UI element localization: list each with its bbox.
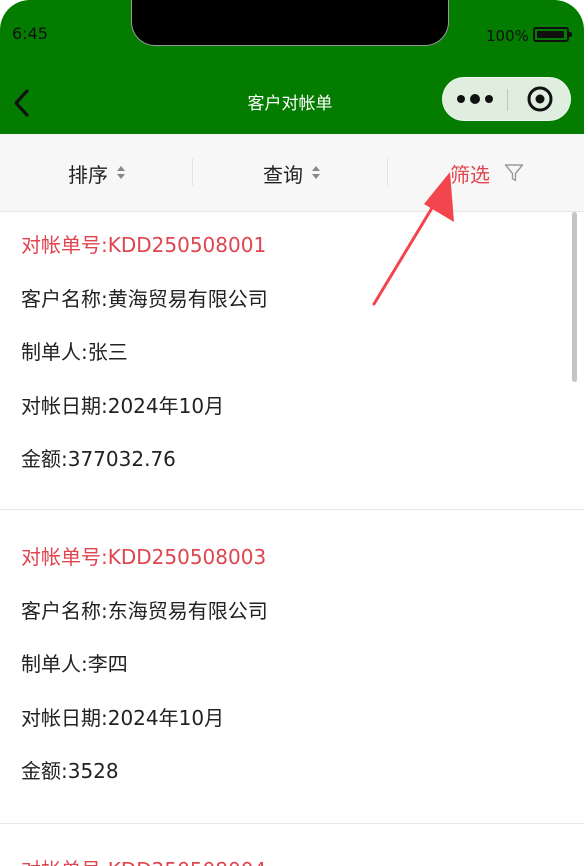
- camera-notch: [131, 0, 449, 46]
- mini-program-capsule: [442, 77, 571, 121]
- statement-period: 对帐日期:2024年10月: [21, 394, 225, 418]
- customer-name: 客户名称:东海贸易有限公司: [21, 599, 268, 623]
- page-title: 客户对帐单: [247, 94, 333, 114]
- filter-label: 筛选: [450, 162, 490, 187]
- query-label: 查询: [263, 162, 303, 187]
- close-miniprogram-button[interactable]: [523, 78, 563, 120]
- scrollbar[interactable]: [572, 212, 577, 382]
- statement-period: 对帐日期:2024年10月: [21, 706, 225, 730]
- statement-card[interactable]: 对帐单号:KDD250508003 客户名称:东海贸易有限公司 制单人:李四 对…: [0, 510, 584, 824]
- customer-name: 客户名称:黄海贸易有限公司: [21, 287, 268, 311]
- filter-tab[interactable]: 筛选: [390, 134, 584, 212]
- maker-name: 制单人:李四: [21, 652, 128, 676]
- query-tab[interactable]: 查询: [195, 134, 389, 212]
- maker-name: 制单人:张三: [21, 340, 128, 364]
- status-time: 6:45: [12, 24, 48, 43]
- statement-card[interactable]: 对帐单号:KDD250508004: [0, 824, 584, 866]
- order-number: 对帐单号:KDD250508003: [21, 545, 267, 569]
- sort-tab[interactable]: 排序: [0, 134, 194, 212]
- filter-separator: [192, 158, 193, 186]
- capsule-divider: [507, 89, 508, 111]
- sort-label: 排序: [68, 162, 108, 187]
- funnel-icon: [504, 164, 524, 182]
- amount: 金额:3528: [21, 759, 119, 783]
- battery-icon: [533, 27, 572, 42]
- filter-separator: [387, 158, 388, 186]
- statement-list: 对帐单号:KDD250508001 客户名称:黄海贸易有限公司 制单人:张三 对…: [0, 212, 584, 866]
- battery-percent: 100%: [486, 27, 529, 45]
- more-button[interactable]: [455, 78, 505, 120]
- phone-screen: 6:45 100% 客户对帐单 排序 查询 筛选 对帐单号:KDD2505080…: [0, 0, 584, 866]
- amount: 金额:377032.76: [21, 447, 176, 471]
- more-dots-icon: [457, 94, 493, 104]
- order-number: 对帐单号:KDD250508001: [21, 233, 267, 257]
- statement-card[interactable]: 对帐单号:KDD250508001 客户名称:黄海贸易有限公司 制单人:张三 对…: [0, 212, 584, 510]
- target-icon: [527, 86, 553, 112]
- query-arrows-icon: [311, 165, 321, 181]
- app-header: 6:45 100% 客户对帐单: [0, 0, 584, 134]
- sort-arrows-icon: [116, 165, 126, 181]
- order-number: 对帐单号:KDD250508004: [21, 854, 266, 866]
- back-button[interactable]: [8, 86, 36, 120]
- filter-bar: 排序 查询 筛选: [0, 134, 584, 212]
- chevron-left-icon: [14, 89, 29, 117]
